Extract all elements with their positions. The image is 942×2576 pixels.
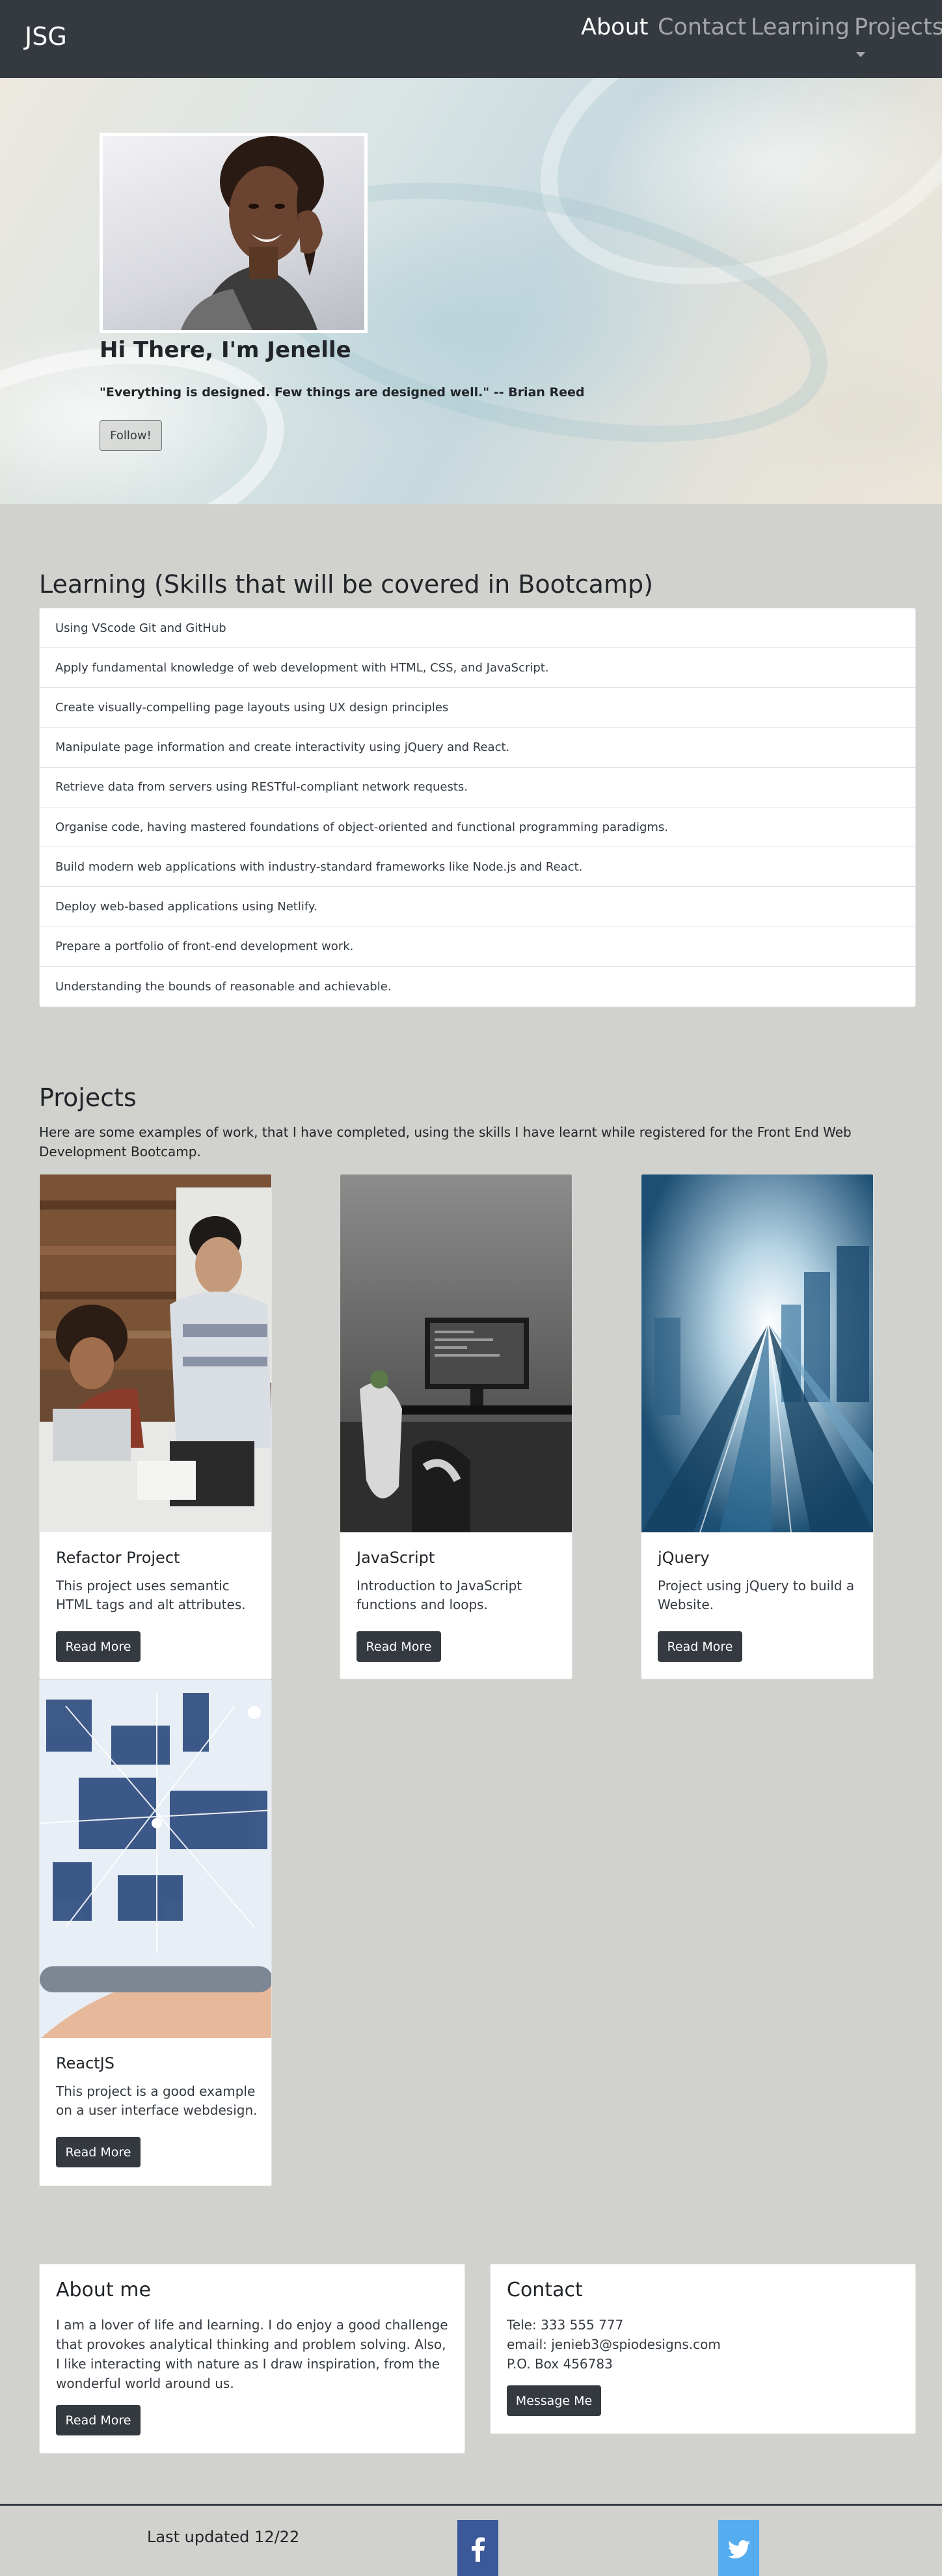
read-more-button[interactable]: Read More — [357, 1631, 441, 1662]
card-title: Refactor Project — [56, 1549, 180, 1567]
hero-quote: "Everything is designed. Few things are … — [100, 385, 585, 400]
project-card-jquery: jQuery Project using jQuery to build a W… — [641, 1174, 874, 1679]
follow-button[interactable]: Follow! — [100, 420, 162, 451]
list-item: Build modern web applications with indus… — [40, 847, 915, 888]
card-text: Introduction to JavaScript functions and… — [357, 1578, 522, 1612]
dropdown-caret-icon[interactable] — [856, 52, 865, 57]
last-updated-text: Last updated 12/22 — [147, 2528, 300, 2546]
nav-link-contact[interactable]: Contact — [658, 14, 746, 40]
projects-description: Here are some examples of work, that I h… — [39, 1124, 852, 1159]
read-more-button[interactable]: Read More — [658, 1631, 742, 1662]
read-more-button[interactable]: Read More — [56, 2137, 141, 2167]
about-title: About me — [56, 2279, 151, 2301]
card-text: This project uses semantic HTML tags and… — [56, 1578, 246, 1612]
list-item: Using VScode Git and GitHub — [40, 608, 915, 649]
nav-link-learning[interactable]: Learning — [751, 14, 850, 40]
contact-title: Contact — [507, 2279, 583, 2301]
card-title: jQuery — [658, 1549, 710, 1567]
card-title: JavaScript — [357, 1549, 435, 1567]
twitter-icon — [727, 2540, 750, 2558]
about-text: I am a lover of life and learning. I do … — [56, 2317, 448, 2391]
facebook-button[interactable] — [457, 2520, 498, 2576]
hero-title: Hi There, I'm Jenelle — [100, 337, 351, 363]
brand-logo[interactable]: JSG — [25, 22, 67, 51]
list-item: Understanding the bounds of reasonable a… — [55, 979, 392, 994]
list-item: Deploy web-based applications using Netl… — [40, 887, 915, 927]
portrait-image — [181, 136, 324, 330]
project-image — [40, 1174, 271, 1532]
contact-email[interactable]: email: jenieb3@spiodesigns.com — [507, 2335, 721, 2354]
contact-phone: Tele: 333 555 777 — [507, 2317, 624, 2333]
list-item: Apply fundamental knowledge of web devel… — [40, 648, 915, 688]
facebook-icon — [471, 2537, 485, 2562]
list-item: Manipulate page information and create i… — [40, 728, 915, 768]
nav-link-about[interactable]: About — [581, 14, 648, 40]
contact-card: Contact Tele: 333 555 777 email: jenieb3… — [490, 2264, 916, 2434]
nav-link-projects[interactable]: Projects — [854, 14, 942, 40]
project-image — [340, 1174, 572, 1532]
card-text: Project using jQuery to build a Website. — [658, 1578, 855, 1612]
read-more-button[interactable]: Read More — [56, 2405, 141, 2435]
learning-list: Using VScode Git and GitHub Apply fundam… — [39, 608, 916, 1007]
list-item: Prepare a portfolio of front-end develop… — [40, 927, 915, 967]
projects-section-title: Projects — [39, 1083, 137, 1112]
learning-section-title: Learning (Skills that will be covered in… — [39, 570, 653, 599]
message-me-button[interactable]: Message Me — [507, 2385, 601, 2416]
project-card-javascript: JavaScript Introduction to JavaScript fu… — [340, 1174, 572, 1679]
card-text: This project is a good example on a user… — [56, 2083, 258, 2118]
hero-banner: Hi There, I'm Jenelle "Everything is des… — [0, 78, 942, 504]
read-more-button[interactable]: Read More — [56, 1631, 141, 1662]
card-title: ReactJS — [56, 2054, 114, 2072]
project-image — [641, 1174, 873, 1532]
footer: Last updated 12/22 — [0, 2504, 942, 2576]
list-item: Retrieve data from servers using RESTful… — [40, 768, 915, 807]
navbar: JSG About Contact Learning Projects — [0, 0, 942, 78]
list-item: Create visually-compelling page layouts … — [40, 688, 915, 728]
contact-po-box: P.O. Box 456783 — [507, 2356, 613, 2372]
list-item: Organise code, having mastered foundatio… — [40, 807, 915, 848]
twitter-button[interactable] — [718, 2520, 759, 2576]
about-card: About me I am a lover of life and learni… — [39, 2264, 465, 2454]
contact-details: Tele: 333 555 777 email: jenieb3@spiodes… — [507, 2315, 721, 2374]
project-card-refactor: Refactor Project This project uses seman… — [39, 1174, 272, 1679]
profile-photo — [100, 133, 368, 333]
project-image — [40, 1680, 271, 2038]
project-card-reactjs: ReactJS This project is a good example o… — [39, 1679, 272, 2186]
